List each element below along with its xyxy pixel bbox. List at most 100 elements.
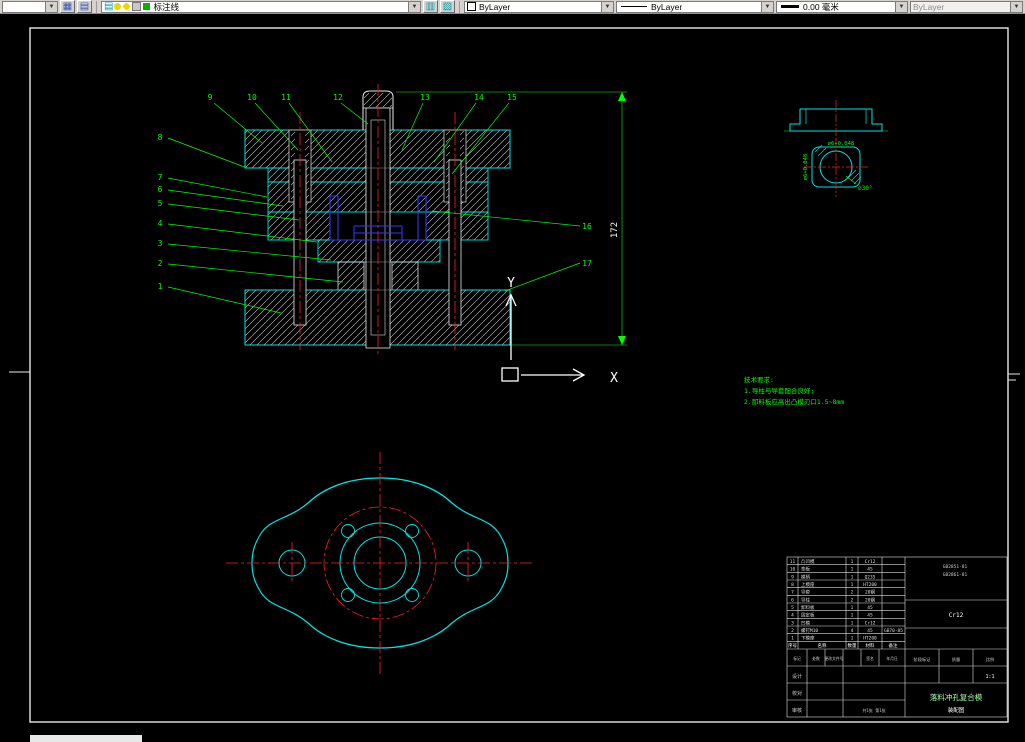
toolbar: ▼ ▦ ▤ ▤ 标注线 ▼ ▥ ▧ ByLayer ▼ ByLayer ▼ 0.…	[0, 0, 1025, 14]
callout-label: 7	[158, 173, 163, 182]
ucs-x-label: X	[610, 371, 618, 386]
svg-text:1: 1	[851, 620, 854, 626]
section-view[interactable]	[244, 84, 511, 354]
detail-dimension: ⌀6+0.048	[828, 141, 855, 147]
callout-label: 3	[158, 239, 163, 248]
svg-text:标记: 标记	[793, 656, 801, 661]
svg-text:HT200: HT200	[863, 636, 877, 642]
ucs-icon: Y X	[501, 276, 618, 386]
chevron-down-icon[interactable]: ▼	[601, 1, 613, 12]
command-line-edge	[30, 735, 142, 742]
plan-view[interactable]	[226, 452, 534, 674]
lineweight-combo[interactable]: 0.00 毫米 ▼	[776, 0, 908, 13]
svg-text:Cr12: Cr12	[865, 559, 876, 565]
callout-label: 4	[158, 219, 163, 228]
svg-text:1: 1	[851, 559, 854, 565]
color-combo[interactable]: ByLayer ▼	[464, 0, 614, 13]
layer-freeze-sun-icon[interactable]	[122, 2, 132, 11]
notes-title: 技术要求:	[744, 375, 774, 384]
svg-text:10: 10	[790, 567, 796, 573]
notes-line: 2.卸料板应高出凸模刃口1.5~8mm	[744, 397, 844, 406]
callout-label: 9	[208, 93, 213, 102]
svg-text:45: 45	[867, 567, 873, 573]
svg-text:螺钉M10: 螺钉M10	[801, 627, 818, 634]
svg-text:5: 5	[791, 605, 794, 611]
svg-text:1: 1	[851, 613, 854, 619]
table-row: 9 模柄 1 Q235	[791, 573, 876, 580]
dimension-text: 172	[610, 222, 620, 238]
table-row: 8 上模座 1 HT200	[791, 581, 877, 588]
plot-style-combo: ByLayer ▼	[910, 0, 1023, 13]
sheet-undo-icon: ▧	[442, 0, 453, 12]
svg-text:45: 45	[867, 605, 873, 611]
svg-text:6: 6	[791, 597, 794, 603]
layer-color-swatch[interactable]	[143, 3, 151, 10]
svg-text:HT200: HT200	[863, 582, 877, 588]
svg-text:1: 1	[851, 567, 854, 573]
table-row: 2 螺钉M10 4 45 GB70-85	[791, 627, 903, 634]
svg-text:Cr12: Cr12	[865, 620, 876, 626]
callout-label: 14	[474, 93, 484, 102]
svg-text:3: 3	[791, 620, 794, 626]
svg-text:签名: 签名	[866, 656, 874, 661]
table-row: 7 导套 2 20钢	[791, 589, 875, 596]
linetype-combo[interactable]: ByLayer ▼	[616, 0, 774, 13]
svg-text:年月日: 年月日	[886, 656, 898, 661]
svg-text:7: 7	[791, 590, 794, 596]
svg-text:GB2851-81: GB2851-81	[943, 564, 968, 570]
svg-text:备注: 备注	[889, 642, 898, 649]
svg-text:凸凹模: 凸凹模	[801, 558, 815, 565]
layers-grid-icon: ▦	[62, 0, 73, 12]
technical-notes: 技术要求: 1.导柱与导套配合良好; 2.卸料板应高出凸模刃口1.5~8mm	[744, 375, 844, 406]
plot-style-value: ByLayer	[913, 1, 945, 12]
svg-text:1: 1	[851, 636, 854, 642]
signature-rows: 设计 校对 审核 共1张 第1张	[792, 673, 886, 714]
chevron-down-icon[interactable]: ▼	[895, 1, 907, 12]
layers-dialog-button[interactable]: ▦	[60, 0, 75, 13]
svg-text:名称: 名称	[818, 642, 827, 649]
table-row: 10 垫板 1 45	[790, 566, 873, 573]
svg-text:1: 1	[851, 574, 854, 580]
cad-application-window: ▼ ▦ ▤ ▤ 标注线 ▼ ▥ ▧ ByLayer ▼ ByLayer ▼ 0.…	[0, 0, 1025, 742]
table-row: 6 导柱 2 20钢	[791, 596, 875, 603]
model-space-canvas[interactable]: 9 10 11 12 13 14 15 8 7 6 5 4 3 2 1 16 1…	[0, 14, 1025, 736]
svg-text:1: 1	[791, 636, 794, 642]
layer-previous-button[interactable]: ▧	[440, 0, 455, 13]
svg-text:Q235: Q235	[865, 574, 876, 580]
revision-row: 标记 处数 更改文件号 签名 年月日	[793, 656, 898, 661]
drawing-title: 落料冲孔复合模	[930, 692, 983, 702]
svg-text:数量: 数量	[848, 642, 857, 649]
chevron-down-icon[interactable]: ▼	[761, 1, 773, 12]
chevron-down-icon[interactable]: ▼	[45, 1, 57, 12]
table-row: 11 凸凹模 1 Cr12	[790, 558, 876, 565]
callout-label: 10	[247, 93, 257, 102]
svg-text:卸料板: 卸料板	[801, 604, 815, 611]
layer-combo[interactable]: ▤ 标注线 ▼	[101, 0, 421, 13]
detail-bracket-view	[784, 100, 888, 141]
table-row: 1 下模座 1 HT200	[791, 635, 877, 642]
chevron-down-icon[interactable]: ▼	[408, 1, 420, 12]
svg-text:固定板: 固定板	[801, 612, 815, 619]
make-object-layer-current-button[interactable]: ▥	[423, 0, 438, 13]
layer-lock-icon[interactable]	[132, 2, 142, 11]
callout-label: 13	[420, 93, 430, 102]
svg-text:下模座: 下模座	[801, 635, 815, 642]
color-swatch-icon	[467, 2, 476, 11]
ucs-y-label: Y	[507, 276, 515, 291]
toolbar-separator	[96, 0, 97, 13]
svg-text:1: 1	[851, 605, 854, 611]
svg-text:更改文件号: 更改文件号	[825, 656, 844, 661]
layer-on-bulb-icon[interactable]	[114, 3, 122, 10]
svg-text:1: 1	[851, 582, 854, 588]
svg-text:45: 45	[867, 613, 873, 619]
scale-cells: 阶段标记 质量 比例 1:1	[914, 656, 995, 680]
named-view-combo[interactable]: ▼	[2, 0, 58, 13]
linetype-value: ByLayer	[651, 1, 683, 12]
callout-label: 2	[158, 259, 163, 268]
callout-label: 6	[158, 185, 163, 194]
layer-states-button[interactable]: ▤	[77, 0, 92, 13]
svg-text:导柱: 导柱	[801, 596, 810, 603]
svg-text:20钢: 20钢	[865, 589, 875, 596]
svg-text:20钢: 20钢	[865, 596, 875, 603]
drawing-subtitle: 装配图	[948, 706, 965, 714]
